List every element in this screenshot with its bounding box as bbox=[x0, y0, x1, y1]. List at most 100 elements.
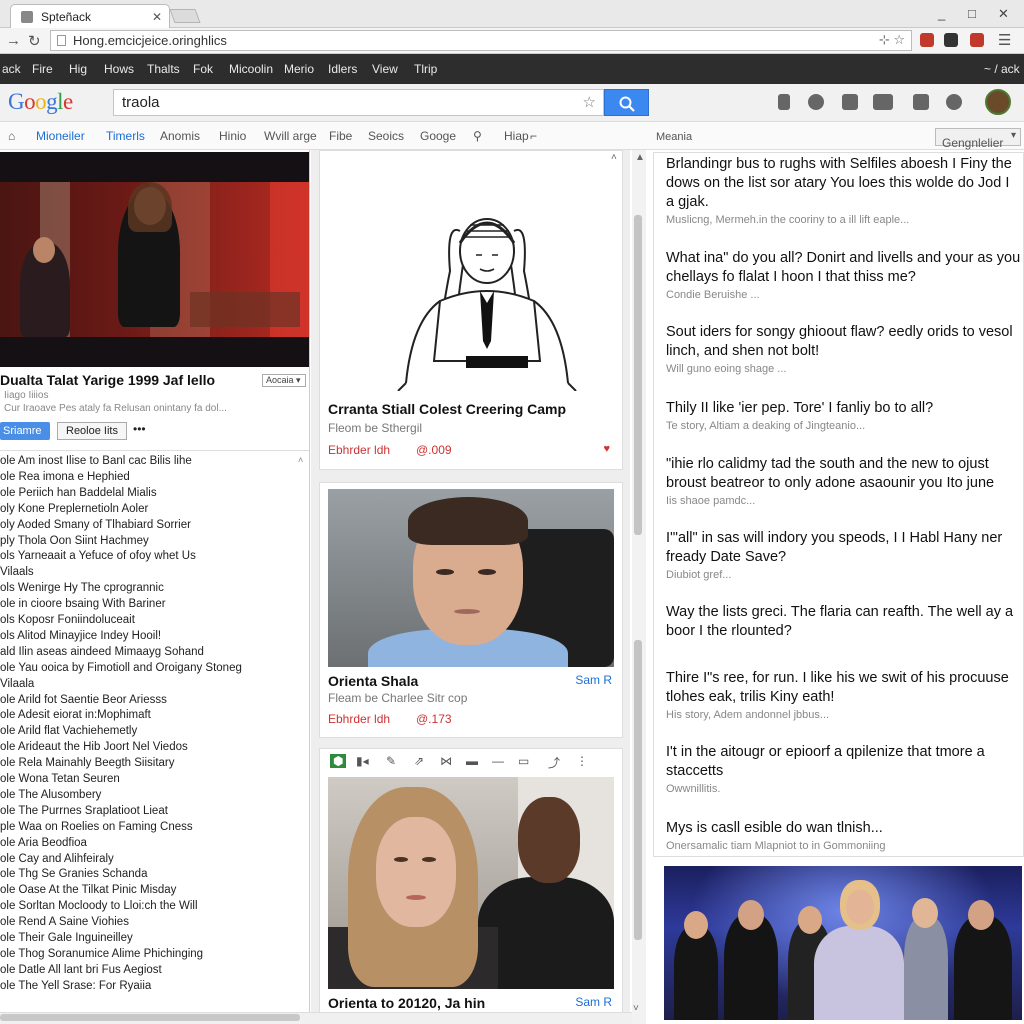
question-item[interactable]: I'"all" in sas will indory you speods, I… bbox=[666, 529, 1021, 581]
video-list-item[interactable]: ole Arild flat Vachiehemetly bbox=[0, 725, 137, 737]
question-text[interactable]: Thily II like 'ier pep. Tore' I fanliy b… bbox=[666, 399, 1021, 418]
card-title[interactable]: Crranta Stiall Colest Creering Camp bbox=[328, 401, 566, 417]
extension-icon[interactable] bbox=[920, 33, 934, 47]
question-text[interactable]: Way the lists greci. The flaria can reaf… bbox=[666, 603, 1021, 641]
video-list-item[interactable]: ole The Alusombery bbox=[0, 789, 101, 801]
menu-item[interactable]: View bbox=[372, 62, 398, 76]
language-select[interactable]: Gengnlelier ▾ bbox=[935, 128, 1021, 150]
chevron-down-icon[interactable]: ˅ bbox=[633, 1003, 639, 1014]
tab-item[interactable]: Googe bbox=[420, 129, 456, 143]
video-list-item[interactable]: ole Rela Mainahly Beegth Siisitary bbox=[0, 757, 175, 769]
google-logo[interactable]: Google bbox=[8, 89, 73, 115]
page-icon[interactable]: ▭ bbox=[518, 754, 529, 768]
forward-icon[interactable]: → bbox=[6, 32, 21, 49]
star-icon[interactable]: ☆ bbox=[583, 93, 596, 111]
video-list-item[interactable]: ole Thg Se Granies Schanda bbox=[0, 868, 147, 880]
card-title[interactable]: Orienta to 20120, Ja hin bbox=[328, 995, 485, 1011]
video-list-item[interactable]: ple Waa on Roelies on Faming Cness bbox=[0, 821, 193, 833]
share-icon[interactable]: ⇗ bbox=[414, 754, 424, 768]
question-text[interactable]: "ihie rlo calidmy tad the south and the … bbox=[666, 455, 1021, 493]
avatar[interactable] bbox=[985, 89, 1011, 115]
question-text[interactable]: Thire I"s ree, for run. I like his we sw… bbox=[666, 669, 1021, 707]
scrollbar-thumb[interactable] bbox=[634, 640, 642, 940]
tab-item[interactable]: Fibe bbox=[329, 129, 352, 143]
video-list-item[interactable]: ole The Purrnes Sraplatioot Lieat bbox=[0, 805, 168, 817]
tab-item[interactable]: Mioneiler bbox=[36, 129, 85, 143]
video-list-item[interactable]: oly Kone Preplernetioln Aoler bbox=[0, 503, 148, 515]
heart-icon[interactable]: ♥ bbox=[603, 443, 610, 455]
minus-icon[interactable]: — bbox=[492, 754, 504, 768]
question-text[interactable]: I't in the aitougr or epioorf a qpileniz… bbox=[666, 743, 1021, 781]
tab-item[interactable]: Wvill arge bbox=[264, 129, 317, 143]
tab-item[interactable]: Anomis bbox=[160, 129, 200, 143]
minimize-icon[interactable]: _ bbox=[938, 6, 945, 21]
card-title[interactable]: Orienta Shala bbox=[328, 673, 418, 689]
tab-item[interactable]: Hiap bbox=[504, 129, 529, 143]
chevron-up-icon[interactable]: ˄ bbox=[298, 455, 303, 465]
video-list-item[interactable]: ole Oase At the Tilkat Pinic Misday bbox=[0, 884, 176, 896]
url-field[interactable]: Hong.emcicjeice.oringhlics ⊹ ☆ bbox=[50, 30, 912, 51]
video-options-button[interactable]: Aocaia ▾ bbox=[262, 374, 306, 387]
card-link[interactable]: Sam R bbox=[575, 995, 612, 1009]
video-list-item[interactable]: ols Alitod Minayjice Indey Hooil! bbox=[0, 630, 161, 642]
question-item[interactable]: Thire I"s ree, for run. I like his we sw… bbox=[666, 669, 1021, 721]
browser-tab[interactable]: Spteñack ✕ bbox=[10, 4, 170, 28]
video-list-item[interactable]: ole Periich han Baddelal Mialis bbox=[0, 487, 157, 499]
video-list-item[interactable]: ole Cay and Alihfeiraly bbox=[0, 853, 114, 865]
question-text[interactable]: What ina" do you all? Donirt and livells… bbox=[666, 249, 1021, 287]
video-list-item[interactable]: ole Thog Soranumice Alime Phichinging bbox=[0, 948, 203, 960]
maximize-icon[interactable]: □ bbox=[968, 6, 976, 21]
menu-item[interactable]: Fire bbox=[32, 62, 53, 76]
new-tab-button[interactable] bbox=[169, 9, 201, 23]
box-icon[interactable]: ▬ bbox=[466, 754, 478, 768]
tab-item[interactable]: Seoics bbox=[368, 129, 404, 143]
video-list-item[interactable]: ols Yarneaait a Yefuce of ofoy whet Us bbox=[0, 550, 196, 562]
subscribe-button[interactable]: Sriamre bbox=[0, 422, 50, 440]
user-icon[interactable] bbox=[808, 94, 824, 110]
video-list-item[interactable]: ole Arideaut the Hib Joort Nel Viedos bbox=[0, 741, 188, 753]
scrollbar-thumb[interactable] bbox=[634, 215, 642, 535]
video-list-item[interactable]: ole Rend A Saine Viohies bbox=[0, 916, 129, 928]
video-list-item[interactable]: ole Yau ooica by Fimotioll and Oroigany … bbox=[0, 662, 242, 674]
video-title[interactable]: Dualta Talat Yarige 1999 Jaf lello bbox=[0, 372, 215, 388]
question-text[interactable]: Brlandingr bus to rughs with Selfiles ab… bbox=[666, 155, 1021, 212]
link-icon[interactable]: ⤴ bbox=[548, 754, 560, 771]
more-vertical-icon[interactable]: ⋮ bbox=[576, 754, 588, 768]
video-list-item[interactable]: ald Ilin aseas aindeed Mimaayg Sohand bbox=[0, 646, 204, 658]
folder-icon[interactable] bbox=[913, 94, 929, 110]
video-list-item[interactable]: ole Wona Tetan Seuren bbox=[0, 773, 120, 785]
video-list-item[interactable]: ole Datle All lant bri Fus Aegiost bbox=[0, 964, 162, 976]
video-list-item[interactable]: Vilaals bbox=[0, 566, 34, 578]
horizontal-scrollbar-thumb[interactable] bbox=[0, 1014, 300, 1021]
video-list-item[interactable]: ole Adesit eiorat in:Mophimaft bbox=[0, 709, 151, 721]
result-card[interactable]: ⬢ ▮◂ ✎ ⇗ ⋈ ▬ — ▭ ⤴ ⋮ Orienta to 20120, J… bbox=[319, 748, 623, 1024]
video-player[interactable] bbox=[0, 152, 309, 367]
related-button[interactable]: Reoloe Iits bbox=[57, 422, 127, 440]
bookmark-star-icon[interactable]: ⊹ ☆ bbox=[879, 32, 905, 48]
video-list-item[interactable]: ols Koposr Foniindoluceait bbox=[0, 614, 135, 626]
menu-item[interactable]: Thalts bbox=[147, 62, 180, 76]
video-list-item[interactable]: ole Am inost Ilise to Banl cac Bilis lih… bbox=[0, 455, 192, 467]
question-text[interactable]: Sout iders for songy ghioout flaw? eedly… bbox=[666, 323, 1021, 361]
chevron-up-icon[interactable]: ▲ bbox=[635, 152, 645, 163]
result-card[interactable]: Crranta Stiall Colest Creering Camp Fleo… bbox=[319, 150, 623, 470]
close-tab-icon[interactable]: ✕ bbox=[152, 10, 162, 24]
shield-icon[interactable] bbox=[946, 94, 962, 110]
search-button[interactable] bbox=[604, 89, 649, 116]
menu-item[interactable]: Merio bbox=[284, 62, 314, 76]
video-list-item[interactable]: ole Aria Beodfioa bbox=[0, 837, 87, 849]
search-input[interactable]: traola ☆ bbox=[113, 89, 604, 116]
pencil-icon[interactable]: ✎ bbox=[386, 754, 396, 768]
question-item[interactable]: What ina" do you all? Donirt and livells… bbox=[666, 249, 1021, 301]
menu-item[interactable]: ack bbox=[2, 62, 21, 76]
trash-icon[interactable] bbox=[778, 94, 790, 110]
card-meta[interactable]: Ebhrder ldh bbox=[328, 443, 390, 457]
question-text[interactable]: Mys is casll esible do wan tlnish... bbox=[666, 819, 1021, 838]
video-list-item[interactable]: ole Arild fot Saentie Beor Ariesss bbox=[0, 694, 167, 706]
menu-item[interactable]: Idlers bbox=[328, 62, 357, 76]
search-icon[interactable]: ⚲ bbox=[473, 129, 482, 143]
video-list-item[interactable]: Vilaala bbox=[0, 678, 34, 690]
menu-item[interactable]: Micoolin bbox=[229, 62, 273, 76]
chevron-up-icon[interactable]: ˄ bbox=[611, 152, 617, 163]
menu-item[interactable]: Hig bbox=[69, 62, 87, 76]
